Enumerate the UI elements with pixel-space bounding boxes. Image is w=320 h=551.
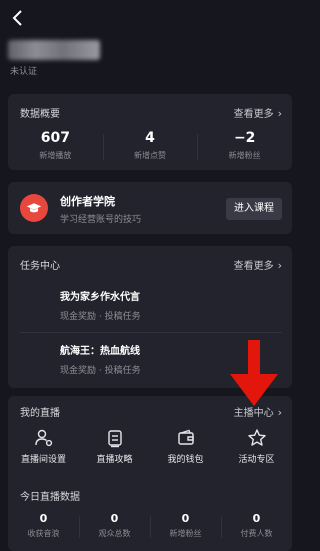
star-icon bbox=[247, 429, 266, 446]
divider bbox=[20, 332, 282, 333]
stat-new-plays[interactable]: 607 新增播放 bbox=[8, 130, 103, 164]
today-live-data-title: 今日直播数据 bbox=[20, 492, 80, 503]
enter-course-button[interactable]: 进入课程 bbox=[226, 198, 282, 220]
chevron-right-icon: › bbox=[277, 107, 282, 120]
task-center-header: 任务中心 查看更多 › bbox=[20, 257, 282, 272]
profile-header: 未认证 bbox=[8, 40, 208, 80]
today-stat-value: 0 bbox=[39, 512, 48, 525]
event-zone-button[interactable]: 活动专区 bbox=[221, 426, 292, 468]
data-overview-card: 数据概要 查看更多 › 607 新增播放 4 新增点赞 −2 新增粉丝 bbox=[8, 94, 292, 170]
live-action-label: 直播间设置 bbox=[20, 455, 66, 465]
stat-value: 607 bbox=[40, 130, 70, 146]
today-stats-row: 0 收获音浪 0 观众总数 0 新增粉丝 0 付费人数 bbox=[8, 512, 292, 542]
task-center-more-link[interactable]: 查看更多 › bbox=[234, 257, 282, 272]
creator-school-card[interactable]: 创作者学院 学习经营账号的技巧 进入课程 bbox=[8, 182, 292, 234]
stat-new-fans[interactable]: −2 新增粉丝 bbox=[197, 130, 292, 164]
stat-value: −2 bbox=[233, 130, 256, 146]
chevron-left-icon bbox=[12, 10, 22, 26]
task-title: 我为家乡作水代言 bbox=[60, 292, 140, 303]
my-wallet-button[interactable]: 我的钱包 bbox=[150, 426, 221, 468]
graduation-cap-icon bbox=[20, 194, 48, 222]
data-overview-title: 数据概要 bbox=[20, 109, 60, 120]
today-stat-label: 观众总数 bbox=[98, 529, 131, 538]
more-link-label: 查看更多 bbox=[233, 261, 274, 272]
stat-new-likes[interactable]: 4 新增点赞 bbox=[102, 130, 198, 164]
task-center-title: 任务中心 bbox=[20, 261, 60, 272]
more-link-label: 查看更多 bbox=[233, 109, 274, 120]
today-stat-label: 新增粉丝 bbox=[169, 529, 202, 538]
creator-school-title: 创作者学院 bbox=[60, 195, 115, 208]
task-subtitle: 现金奖励 · 投稿任务 bbox=[60, 312, 141, 322]
today-stat-value: 0 bbox=[181, 512, 190, 525]
today-stat-label: 收获音浪 bbox=[27, 529, 60, 538]
live-room-settings-button[interactable]: 直播间设置 bbox=[8, 426, 79, 468]
live-actions-row: 直播间设置 直播攻略 我的钱包 活动专区 bbox=[8, 426, 292, 468]
live-guide-button[interactable]: 直播攻略 bbox=[79, 426, 150, 468]
top-bar bbox=[0, 0, 300, 34]
stat-value: 4 bbox=[145, 130, 155, 146]
verify-status: 未认证 bbox=[10, 67, 38, 77]
stat-label: 新增点赞 bbox=[134, 151, 166, 160]
my-live-card: 我的直播 主播中心 › 直播间设置 直播攻略 我的钱包 活动专区 今日直播数据 … bbox=[8, 396, 292, 551]
creator-school-subtitle: 学习经营账号的技巧 bbox=[60, 215, 142, 225]
today-stat-label: 付费人数 bbox=[240, 529, 273, 538]
stat-label: 新增播放 bbox=[39, 151, 72, 160]
today-stat-new-fans: 0 新增粉丝 bbox=[150, 512, 221, 542]
chevron-right-icon: › bbox=[277, 259, 282, 272]
live-action-label: 直播攻略 bbox=[96, 455, 133, 465]
tv-guide-icon bbox=[107, 430, 122, 448]
my-live-title: 我的直播 bbox=[20, 408, 60, 419]
wallet-icon bbox=[177, 429, 194, 445]
task-item[interactable]: 我为家乡作水代言 现金奖励 · 投稿任务 bbox=[60, 288, 282, 322]
live-action-label: 我的钱包 bbox=[167, 455, 204, 465]
today-stat-paying-users: 0 付费人数 bbox=[221, 512, 292, 542]
today-stat-value: 0 bbox=[110, 512, 119, 525]
stats-row: 607 新增播放 4 新增点赞 −2 新增粉丝 bbox=[8, 130, 292, 164]
back-button[interactable] bbox=[8, 8, 28, 28]
stat-label: 新增粉丝 bbox=[228, 151, 261, 160]
data-overview-header: 数据概要 查看更多 › bbox=[20, 105, 282, 120]
today-stat-value: 0 bbox=[252, 512, 261, 525]
more-link-label: 主播中心 bbox=[233, 408, 274, 419]
data-overview-more-link[interactable]: 查看更多 › bbox=[234, 105, 282, 120]
user-settings-icon bbox=[34, 429, 52, 447]
live-action-label: 活动专区 bbox=[238, 455, 275, 465]
today-stat-viewers: 0 观众总数 bbox=[79, 512, 150, 542]
arrow-down-icon bbox=[230, 340, 278, 406]
today-stat-sound-waves: 0 收获音浪 bbox=[8, 512, 79, 542]
blurred-username bbox=[8, 40, 100, 60]
